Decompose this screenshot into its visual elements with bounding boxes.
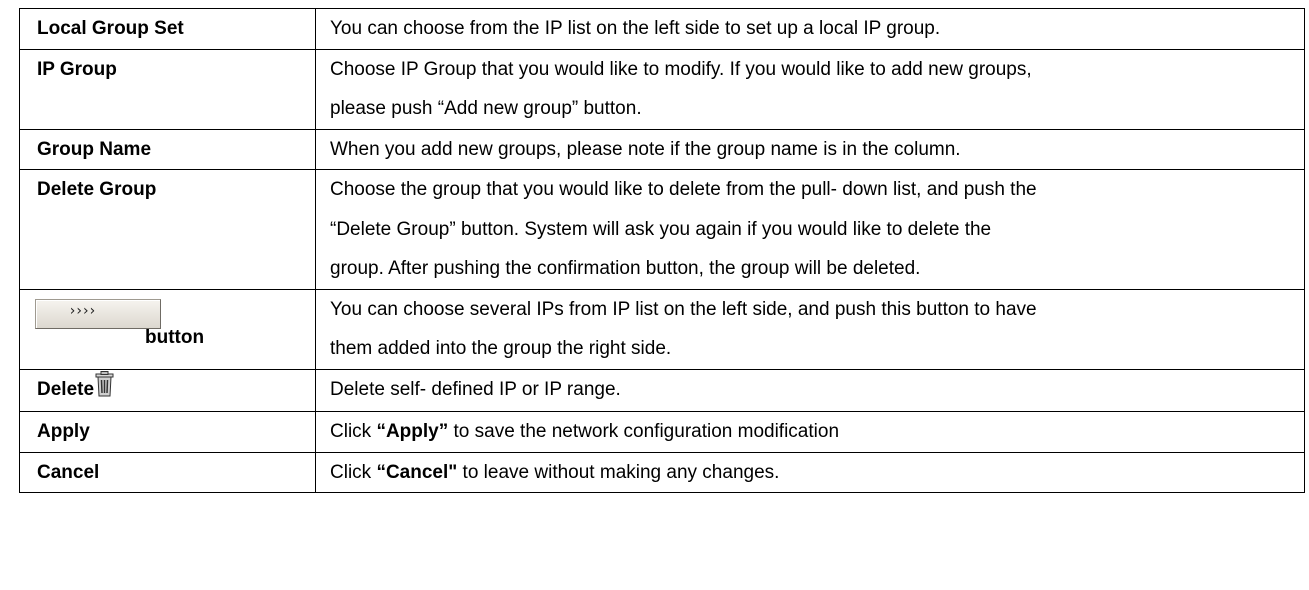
trash-icon [95, 370, 114, 412]
description-cell: Click “Apply” to save the network config… [315, 411, 1305, 453]
button-term-label: button [145, 326, 205, 348]
description-line: please push “Add new group” button. [330, 98, 642, 119]
description-cell: You can choose from the IP list on the l… [315, 8, 1305, 50]
description-line: group. After pushing the confirmation bu… [330, 258, 921, 279]
table-row: Apply Click “Apply” to save the network … [19, 411, 1305, 453]
description-line: You can choose from the IP list on the l… [330, 18, 941, 39]
description-cell: Choose the group that you would like to … [315, 169, 1305, 290]
description-line: When you add new groups, please note if … [330, 138, 961, 160]
description-line: “Delete Group” button. System will ask y… [330, 218, 992, 240]
table-row: Group Name When you add new groups, plea… [19, 128, 1305, 170]
button-glyph: ›››› [69, 302, 97, 319]
term-cell: Cancel [19, 451, 316, 493]
add-to-group-button-image: ›››› [35, 298, 161, 329]
description-cell: You can choose several IPs from IP list … [315, 288, 1305, 370]
description-line: them added into the group the right side… [330, 338, 672, 359]
term-button-wrapper: ›››› button [35, 290, 315, 369]
term-cell: IP Group [19, 48, 316, 130]
table-row: Local Group Set You can choose from the … [19, 8, 1305, 50]
description-line: Delete self- defined IP or IP range. [330, 378, 621, 400]
description-line: Choose the group that you would like to … [330, 179, 1037, 200]
parameter-table: Local Group Set You can choose from the … [19, 8, 1305, 493]
description-suffix: to save the network configuration modifi… [448, 421, 840, 442]
description-line: You can choose several IPs from IP list … [330, 298, 1037, 320]
description-bold: “Apply” [376, 421, 449, 442]
description-cell: When you add new groups, please note if … [315, 128, 1305, 170]
term-cell: Group Name [19, 128, 316, 170]
term-cell: Delete Group [19, 169, 316, 290]
term-cell: Delete [19, 368, 316, 412]
delete-term-label: Delete [37, 378, 95, 400]
table-row: ›››› button You can choose several IPs f… [19, 288, 1305, 370]
table-row: Delete Delete self- defined IP or IP ran… [19, 368, 1305, 412]
description-suffix: to leave without making any changes. [457, 461, 780, 483]
table-row: Cancel Click “Cancel" to leave without m… [19, 451, 1305, 493]
description-bold: “Cancel" [376, 461, 458, 483]
term-cell: ›››› button [19, 288, 316, 370]
term-cell: Apply [19, 411, 316, 453]
term-cell: Local Group Set [19, 8, 316, 50]
description-cell: Delete self- defined IP or IP range. [315, 368, 1305, 412]
description-cell: Choose IP Group that you would like to m… [315, 48, 1305, 130]
table-row: Delete Group Choose the group that you w… [19, 169, 1305, 290]
description-cell: Click “Cancel" to leave without making a… [315, 451, 1305, 493]
table-row: IP Group Choose IP Group that you would … [19, 48, 1305, 130]
description-line: Choose IP Group that you would like to m… [330, 58, 1032, 80]
description-prefix: Click [330, 461, 377, 483]
description-prefix: Click [330, 421, 377, 442]
